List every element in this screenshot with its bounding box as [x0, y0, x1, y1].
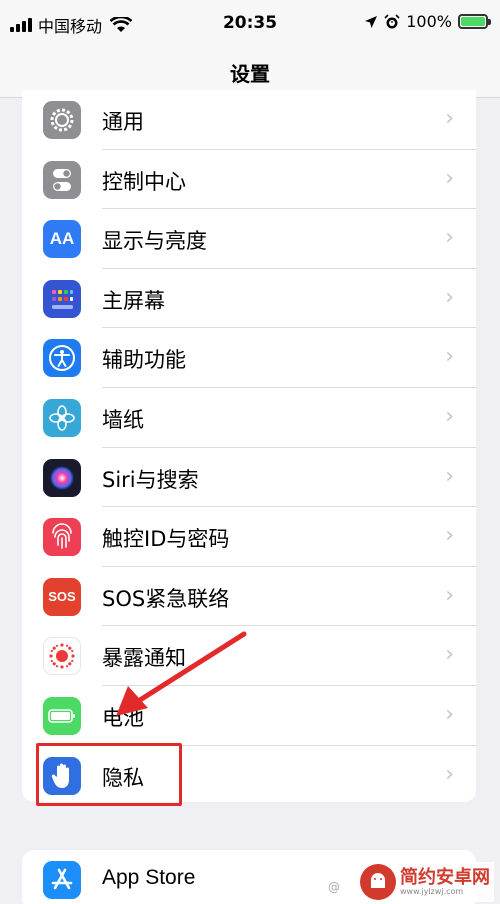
- watermark: 简约安卓网 www.jylzwj.com: [356, 862, 494, 902]
- watermark-text: 简约安卓网: [400, 866, 490, 888]
- watermark-url: www.jylzwj.com: [400, 886, 464, 896]
- watermark-at-icon: @: [328, 880, 340, 894]
- annotation-highlight-box: [36, 743, 182, 806]
- android-logo-icon: [360, 864, 396, 900]
